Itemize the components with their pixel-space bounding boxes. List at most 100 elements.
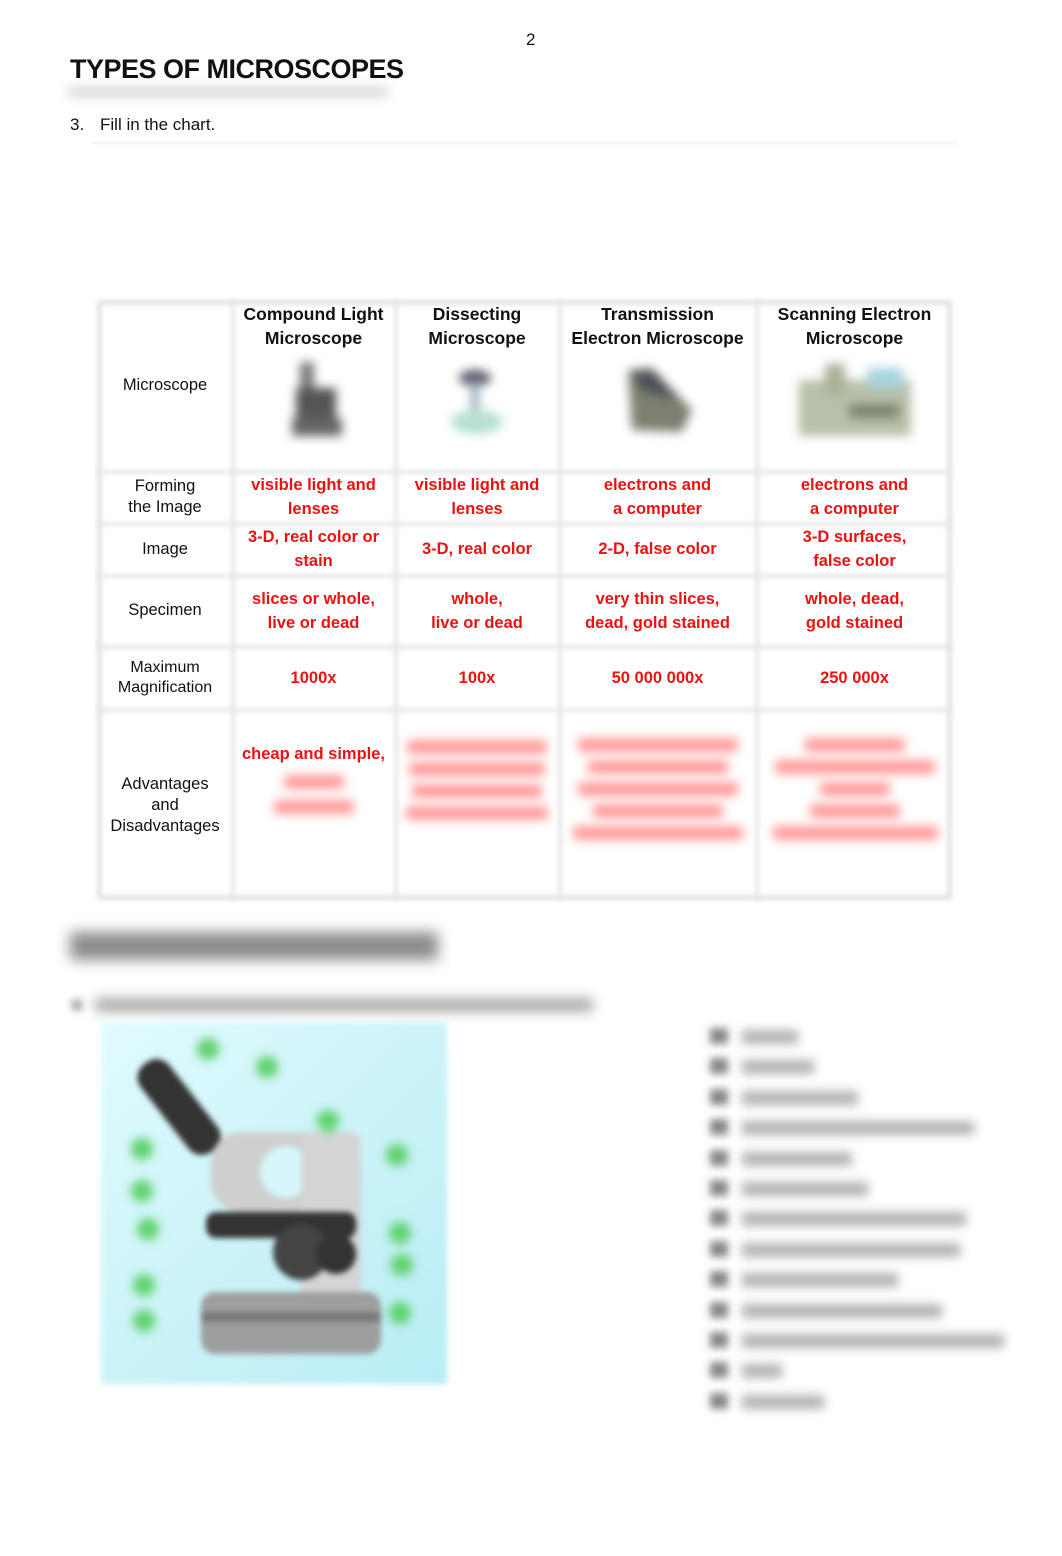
header-compound-light: Compound Light Microscope — [233, 300, 394, 472]
checkbox-icon — [710, 1119, 728, 1136]
answer-forming-compound: visible light and lenses — [233, 472, 394, 522]
answer-image-tem: 2-D, false color — [560, 524, 755, 574]
obscured-text — [273, 800, 354, 814]
row-label-specimen: Specimen — [97, 576, 233, 645]
header-line: Microscope — [428, 328, 526, 348]
obscured-text — [742, 1364, 782, 1379]
transmission-electron-microscope-icon — [627, 368, 692, 432]
answer-line: 3-D, real color — [421, 540, 533, 558]
instruction-obscured — [95, 998, 593, 1012]
answer-line: visible light and — [251, 476, 376, 494]
label-marker — [131, 1138, 153, 1160]
answer-line: false color — [813, 552, 896, 570]
header-line: Compound Light — [243, 304, 384, 324]
obscured-text — [742, 1151, 852, 1166]
obscured-text — [593, 804, 723, 818]
label-marker — [131, 1180, 153, 1202]
obscured-text — [810, 804, 900, 818]
label-marker — [133, 1310, 155, 1332]
answer-magnification-tem: 50 000 000x — [611, 668, 704, 687]
label-marker — [197, 1038, 219, 1060]
header-line: Scanning Electron — [777, 304, 932, 324]
label-marker — [386, 1144, 408, 1166]
header-transmission-electron: Transmission Electron Microscope — [560, 300, 755, 472]
label-text: Magnification — [117, 678, 213, 696]
obscured-text — [588, 760, 728, 774]
answer-line: lenses — [287, 500, 340, 518]
obscured-text — [772, 826, 938, 840]
obscured-text — [283, 775, 344, 789]
microscope-chart: Microscope Compound Light Microscope Dis… — [97, 300, 952, 900]
obscured-text — [742, 1212, 966, 1227]
answer-line: a computer — [613, 500, 702, 518]
row-label-magnification: Maximum Magnification — [97, 647, 233, 708]
obscured-text — [805, 738, 905, 752]
obscured-text — [742, 1303, 942, 1318]
answer-magnification-sem: 250 000x — [820, 668, 889, 687]
compound-light-microscope-icon — [291, 362, 342, 436]
header-line: Microscope — [264, 328, 363, 348]
answer-forming-sem: electrons and a computer — [757, 472, 952, 522]
checkbox-icon — [710, 1271, 728, 1288]
obscured-text — [412, 784, 542, 798]
answer-line: whole, dead, — [804, 589, 905, 608]
label-text: Microscope — [122, 375, 208, 394]
checkbox-icon — [710, 1362, 728, 1379]
answer-line: stain — [294, 552, 333, 570]
answer-image-compound: 3-D, real color or stain — [233, 524, 394, 574]
answer-line: live or dead — [267, 613, 360, 632]
answer-specimen-sem: whole, dead, gold stained — [757, 576, 952, 645]
checkbox-icon — [710, 1058, 728, 1075]
answer-specimen-compound: slices or whole, live or dead — [233, 576, 394, 645]
checkbox-icon — [710, 1331, 728, 1348]
obscured-text — [409, 762, 545, 776]
answer-line — [92, 142, 958, 144]
row-label-microscope: Microscope — [97, 300, 233, 470]
title-shadow — [68, 86, 388, 98]
answer-image-sem: 3-D surfaces, false color — [757, 524, 952, 574]
scanning-electron-microscope-icon — [798, 364, 911, 436]
answer-magnification-compound: 1000x — [290, 668, 337, 687]
label-marker — [389, 1222, 411, 1244]
checkbox-icon — [710, 1392, 728, 1409]
answer-line: 3-D, real color or — [247, 528, 380, 546]
microscope-diagram — [101, 1022, 447, 1384]
answer-line: whole, — [451, 589, 503, 608]
obscured-text — [742, 1121, 974, 1136]
checkbox-icon — [710, 1088, 728, 1105]
obscured-text — [742, 1030, 798, 1044]
checkbox-icon — [710, 1149, 728, 1166]
page-number: 2 — [526, 30, 536, 49]
answer-forming-dissecting: visible light and lenses — [396, 472, 558, 522]
label-marker — [317, 1110, 339, 1132]
answer-specimen-dissecting: whole, live or dead — [396, 576, 558, 645]
checkbox-icon — [710, 1028, 728, 1044]
answer-line: a computer — [810, 500, 899, 518]
answer-line: electrons and — [603, 476, 712, 494]
answer-specimen-tem: very thin slices, dead, gold stained — [560, 576, 755, 645]
obscured-text — [573, 826, 743, 840]
answer-line: very thin slices, — [595, 589, 720, 608]
row-label-advantages: Advantages and Disadvantages — [97, 710, 233, 900]
label-text: Disadvantages — [110, 816, 220, 835]
question-number-obscured — [72, 1000, 82, 1010]
dissecting-microscope-icon — [451, 370, 503, 434]
answer-line: 2-D, false color — [598, 540, 717, 558]
label-text: and — [151, 795, 179, 814]
obscured-text — [742, 1090, 858, 1105]
answer-line: electrons and — [800, 476, 909, 494]
header-line: Transmission — [601, 304, 714, 324]
label-marker — [137, 1218, 159, 1240]
header-dissecting: Dissecting Microscope — [396, 300, 558, 472]
checkbox-icon — [710, 1179, 728, 1196]
answer-line: slices or whole, — [252, 589, 375, 608]
label-text: Image — [142, 539, 188, 558]
obscured-text — [742, 1181, 868, 1196]
checkbox-icon — [710, 1301, 728, 1318]
row-label-image: Image — [97, 524, 233, 574]
obscured-text — [742, 1394, 824, 1409]
microscope-diagram-icon — [137, 1059, 381, 1354]
answer-line: gold stained — [805, 613, 904, 632]
answer-advantages-compound: cheap and simple, — [233, 720, 394, 872]
row-label-forming: Forming the Image — [97, 472, 233, 522]
